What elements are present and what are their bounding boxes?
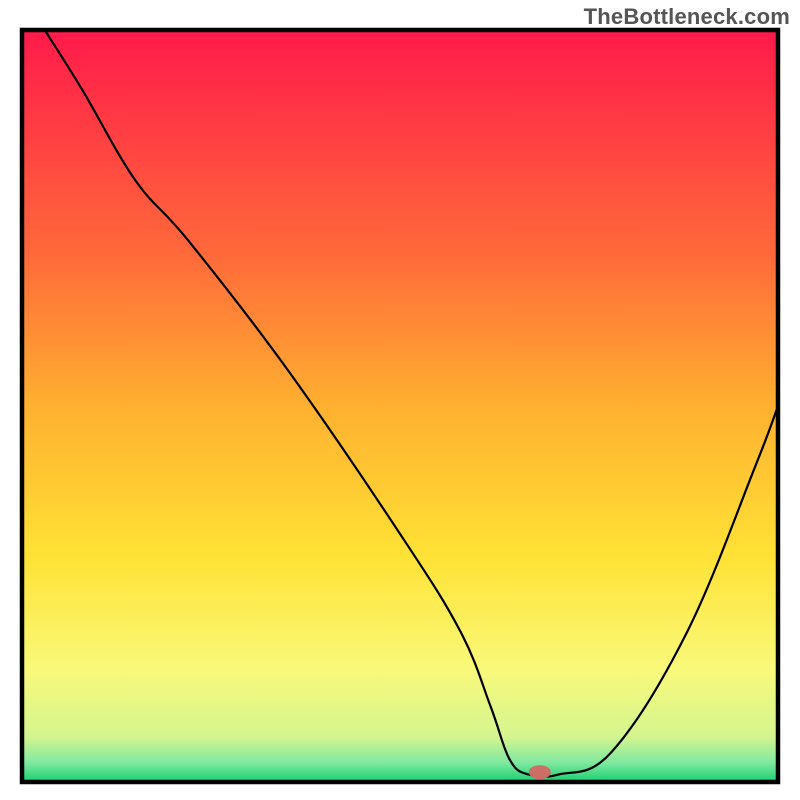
optimal-point-marker: [529, 765, 551, 779]
gradient-background: [22, 30, 778, 782]
watermark-text: TheBottleneck.com: [584, 4, 790, 30]
bottleneck-chart: [0, 0, 800, 800]
chart-container: TheBottleneck.com: [0, 0, 800, 800]
